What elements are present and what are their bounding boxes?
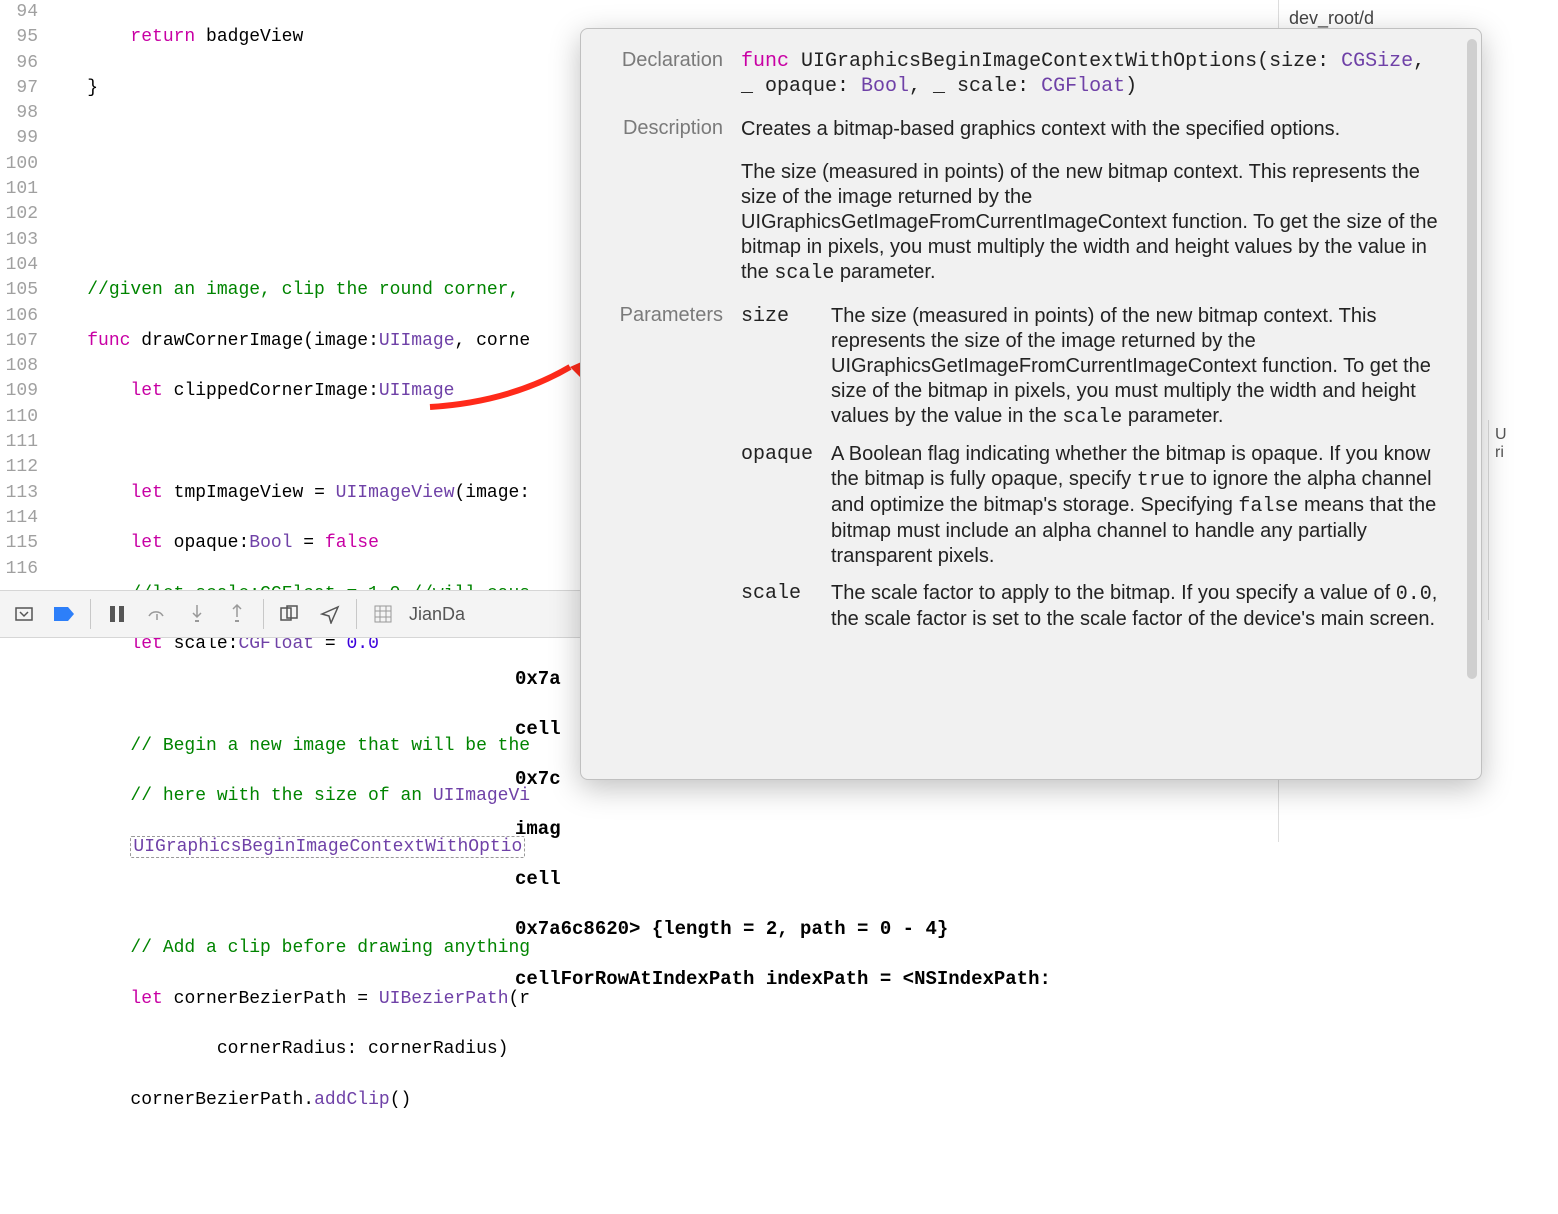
breadcrumb-label[interactable]: JianDa (409, 604, 465, 625)
step-out-button[interactable] (219, 596, 255, 632)
pause-button[interactable] (99, 596, 135, 632)
line-gutter: 9495969798991001011021031041051061071081… (0, 0, 44, 590)
debug-view-button[interactable] (272, 596, 308, 632)
highlighted-symbol[interactable]: UIGraphicsBeginImageContextWithOptio (130, 836, 525, 858)
popover-scrollbar[interactable] (1467, 39, 1477, 679)
grid-icon[interactable] (365, 596, 401, 632)
popover-description: Creates a bitmap-based graphics context … (741, 117, 1449, 286)
quick-help-popover: Declaration func UIGraphicsBeginImageCon… (580, 28, 1482, 780)
toolbar-divider (263, 599, 264, 629)
step-into-button[interactable] (179, 596, 215, 632)
popover-parameters: size The size (measured in points) of th… (741, 304, 1449, 644)
toolbar-divider (90, 599, 91, 629)
popover-declaration: func UIGraphicsBeginImageContextWithOpti… (741, 49, 1449, 99)
breakpoints-button[interactable] (46, 596, 82, 632)
side-panel: U ri (1488, 420, 1558, 620)
step-over-button[interactable] (139, 596, 175, 632)
location-button[interactable] (312, 596, 348, 632)
popover-label-declaration: Declaration (601, 49, 741, 99)
hide-debug-button[interactable] (6, 596, 42, 632)
debug-toolbar: JianDa (0, 590, 600, 638)
toolbar-divider (356, 599, 357, 629)
popover-label-parameters: Parameters (601, 304, 741, 644)
popover-label-description: Description (601, 117, 741, 286)
inspector-text: dev_root/d (1289, 8, 1548, 29)
